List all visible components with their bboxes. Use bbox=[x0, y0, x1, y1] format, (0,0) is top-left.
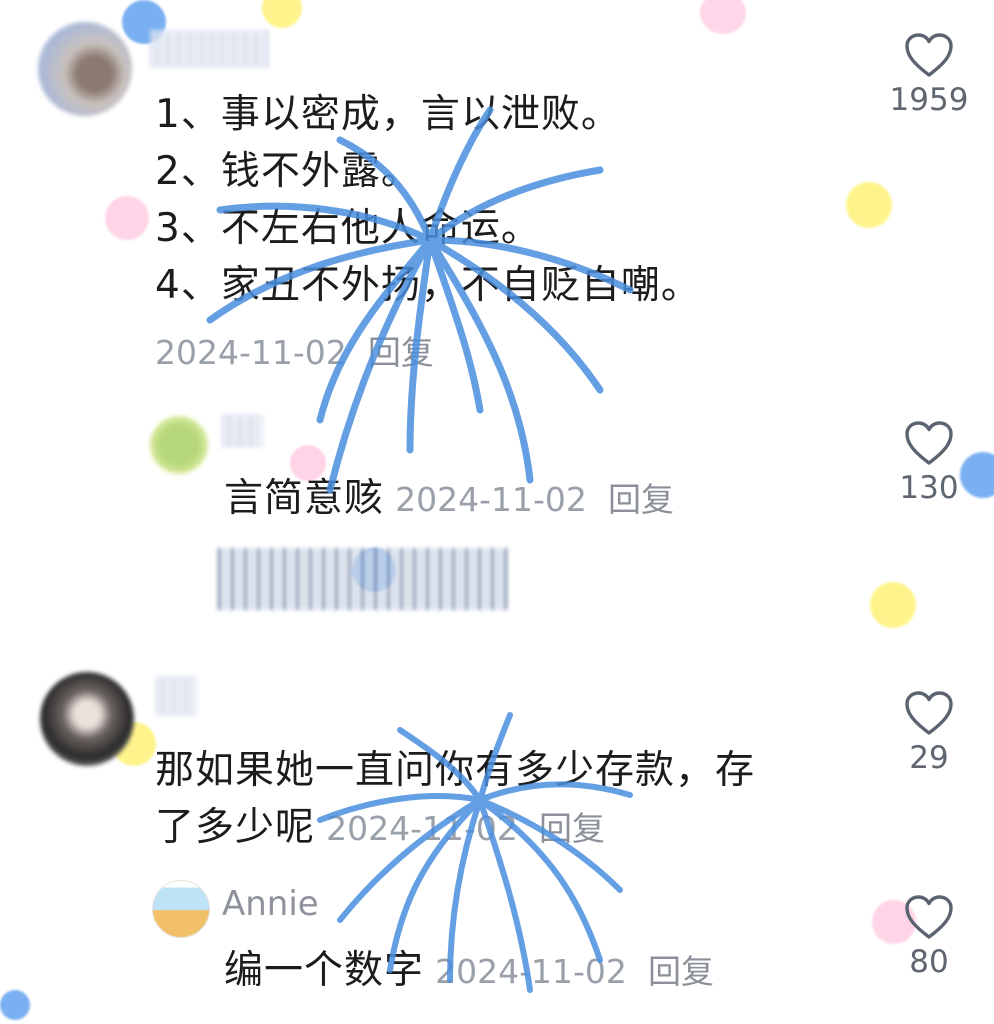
comment-line: 4、家丑不外扬，不自贬自嘲。 bbox=[155, 263, 701, 308]
heart-outline-icon bbox=[905, 421, 953, 465]
like-button[interactable]: 80 bbox=[884, 894, 974, 980]
comment-meta: 2024-11-02 回复 bbox=[155, 326, 434, 374]
comment-date: 2024-11-02 bbox=[155, 333, 347, 372]
like-count: 130 bbox=[899, 470, 959, 506]
comment-line: 2、钱不外露。 bbox=[155, 149, 421, 194]
decor-dot bbox=[700, 0, 746, 34]
reply-button[interactable]: 回复 bbox=[648, 952, 714, 991]
reply-text: 编一个数字 bbox=[224, 948, 425, 993]
commenter-avatar[interactable] bbox=[152, 880, 210, 938]
reply-body: 编一个数字 2024-11-02 回复 bbox=[224, 942, 714, 999]
comment-date: 2024-11-02 bbox=[326, 809, 518, 848]
decor-dot bbox=[870, 582, 916, 628]
commenter-name[interactable] bbox=[150, 30, 270, 68]
heart-outline-icon bbox=[905, 33, 953, 77]
like-count: 29 bbox=[909, 740, 949, 776]
commenter-avatar[interactable] bbox=[40, 672, 134, 766]
heart-outline-icon bbox=[905, 691, 953, 735]
commenter-avatar[interactable] bbox=[150, 416, 208, 474]
like-button[interactable]: 130 bbox=[884, 420, 974, 506]
expand-replies-link[interactable] bbox=[218, 548, 510, 610]
comment-line: 1、事以密成，言以泄败。 bbox=[155, 92, 621, 137]
decor-dot bbox=[105, 196, 149, 240]
like-button[interactable]: 1959 bbox=[884, 32, 974, 118]
commenter-name[interactable]: Annie bbox=[222, 884, 319, 924]
comment-line: 3、不左右他人命运。 bbox=[155, 206, 541, 251]
like-count: 1959 bbox=[889, 82, 969, 118]
decor-dot bbox=[0, 990, 30, 1020]
like-button[interactable]: 29 bbox=[884, 690, 974, 776]
reply-button[interactable]: 回复 bbox=[608, 480, 674, 519]
decor-dot bbox=[846, 182, 892, 228]
decor-dot bbox=[262, 0, 302, 28]
comment-line: 那如果她一直问你有多少存款，存 bbox=[155, 748, 756, 793]
comment-body: 1、事以密成，言以泄败。 2、钱不外露。 3、不左右他人命运。 4、家丑不外扬，… bbox=[155, 86, 701, 314]
reply-button[interactable]: 回复 bbox=[368, 333, 434, 372]
commenter-name[interactable] bbox=[222, 414, 262, 448]
comment-date: 2024-11-02 bbox=[435, 952, 627, 991]
comment-body: 那如果她一直问你有多少存款，存 了多少呢 2024-11-02 回复 bbox=[155, 742, 755, 856]
reply-button[interactable]: 回复 bbox=[539, 809, 605, 848]
comment-date: 2024-11-02 bbox=[395, 480, 587, 519]
reply-body: 言简意赅 2024-11-02 回复 bbox=[224, 470, 674, 527]
comment-line: 了多少呢 bbox=[155, 805, 316, 850]
heart-outline-icon bbox=[905, 895, 953, 939]
like-count: 80 bbox=[909, 944, 949, 980]
commenter-name[interactable] bbox=[156, 676, 196, 716]
commenter-avatar[interactable] bbox=[38, 22, 132, 116]
reply-text: 言简意赅 bbox=[224, 476, 385, 521]
